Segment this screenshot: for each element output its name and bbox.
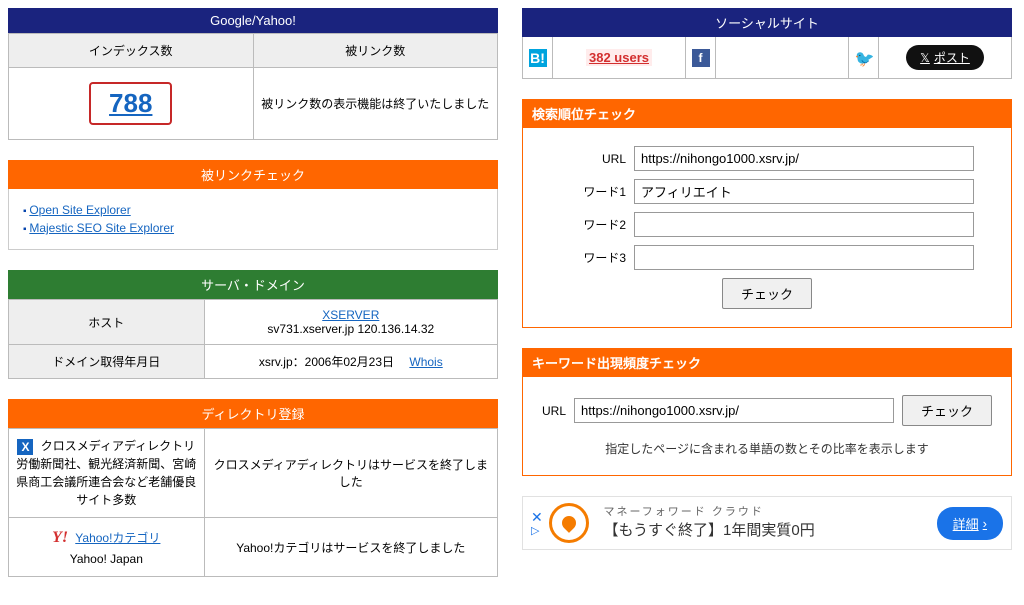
chevron-right-icon: › bbox=[983, 516, 987, 531]
facebook-icon: f bbox=[692, 49, 710, 67]
ad-main-text: 【もうすぐ終了】1年間実質0円 bbox=[603, 520, 936, 541]
backlink-check-panel: 被リンクチェック Open Site Explorer Majestic SEO… bbox=[8, 160, 498, 250]
directory-header: ディレクトリ登録 bbox=[8, 399, 498, 428]
ad-subtitle: マネーフォワード クラウド bbox=[603, 505, 936, 520]
backlink-ended-msg: 被リンク数の表示機能は終了いたしました bbox=[253, 68, 498, 140]
keyword-freq-panel: キーワード出現頻度チェック URL チェック 指定したページに含まれる単語の数と… bbox=[522, 348, 1012, 476]
word2-input[interactable] bbox=[634, 212, 974, 237]
link-open-site-explorer[interactable]: Open Site Explorer bbox=[29, 203, 130, 217]
facebook-count bbox=[716, 37, 849, 78]
word2-label: ワード2 bbox=[560, 216, 626, 233]
ad-close-icon[interactable]: ✕ bbox=[531, 510, 545, 524]
google-yahoo-panel: Google/Yahoo! インデックス数 被リンク数 788 被リンク数の表示… bbox=[8, 8, 498, 140]
backlink-check-header: 被リンクチェック bbox=[8, 160, 498, 189]
ad-info-icon[interactable]: ▷ bbox=[531, 524, 539, 537]
social-header: ソーシャルサイト bbox=[522, 8, 1012, 37]
link-majestic-seo[interactable]: Majestic SEO Site Explorer bbox=[29, 221, 174, 235]
col-index: インデックス数 bbox=[9, 34, 254, 68]
kw-url-label: URL bbox=[542, 404, 566, 418]
google-yahoo-header: Google/Yahoo! bbox=[8, 8, 498, 33]
host-detail: sv731.xserver.jp 120.136.14.32 bbox=[267, 322, 434, 336]
rank-url-label: URL bbox=[560, 152, 626, 166]
ad-banner[interactable]: ✕ ▷ マネーフォワード クラウド 【もうすぐ終了】1年間実質0円 詳細 › bbox=[522, 496, 1012, 550]
directory-panel: ディレクトリ登録 X クロスメディアディレクトリ 労働新聞社、観光経済新聞、宮崎… bbox=[8, 399, 498, 577]
yahoo-sub: Yahoo! Japan bbox=[70, 552, 143, 566]
host-link[interactable]: XSERVER bbox=[322, 308, 379, 322]
hatena-users-link[interactable]: 382 users bbox=[586, 49, 652, 66]
domain-date-label: ドメイン取得年月日 bbox=[9, 345, 205, 379]
crossmedia-ended: クロスメディアディレクトリはサービスを終了しました bbox=[204, 429, 497, 518]
twitter-icon: 🐦 bbox=[855, 49, 873, 67]
yahoo-ended: Yahoo!カテゴリはサービスを終了しました bbox=[204, 518, 497, 577]
kw-check-button[interactable]: チェック bbox=[902, 395, 992, 426]
yahoo-category-link[interactable]: Yahoo!カテゴリ bbox=[75, 531, 160, 545]
word1-label: ワード1 bbox=[560, 183, 626, 200]
keyword-freq-header: キーワード出現頻度チェック bbox=[522, 348, 1012, 377]
x-post-button[interactable]: 𝕏 ポスト bbox=[906, 45, 984, 70]
crossmedia-title: クロスメディアディレクトリ bbox=[41, 439, 195, 453]
word3-input[interactable] bbox=[634, 245, 974, 270]
ad-detail-button[interactable]: 詳細 › bbox=[937, 507, 1003, 540]
rank-check-panel: 検索順位チェック URL ワード1 ワード2 ワード3 チェック bbox=[522, 99, 1012, 328]
whois-link[interactable]: Whois bbox=[409, 355, 442, 369]
rank-check-header: 検索順位チェック bbox=[522, 99, 1012, 128]
ad-logo-icon bbox=[549, 503, 589, 543]
rank-check-button[interactable]: チェック bbox=[722, 278, 812, 309]
server-domain-panel: サーバ・ドメイン ホスト XSERVER sv731.xserver.jp 12… bbox=[8, 270, 498, 379]
word3-label: ワード3 bbox=[560, 249, 626, 266]
host-label: ホスト bbox=[9, 300, 205, 345]
domain-date-value: xsrv.jp：2006年02月23日 bbox=[259, 355, 406, 369]
kw-url-input[interactable] bbox=[574, 398, 894, 423]
rank-url-input[interactable] bbox=[634, 146, 974, 171]
hatena-icon: B! bbox=[529, 49, 547, 67]
col-backlink: 被リンク数 bbox=[253, 34, 498, 68]
crossmedia-sub: 労働新聞社、観光経済新聞、宮崎県商工会議所連合会など老舗優良サイト多数 bbox=[16, 457, 196, 507]
yahoo-icon: Y! bbox=[52, 529, 68, 546]
kw-note: 指定したページに含まれる単語の数とその比率を表示します bbox=[533, 440, 1001, 457]
index-count-link[interactable]: 788 bbox=[89, 82, 172, 125]
x-icon: 𝕏 bbox=[920, 51, 930, 65]
crossmedia-icon: X bbox=[17, 439, 33, 455]
server-domain-header: サーバ・ドメイン bbox=[8, 270, 498, 299]
word1-input[interactable] bbox=[634, 179, 974, 204]
social-panel: ソーシャルサイト B! 382 users f 🐦 𝕏 ポスト bbox=[522, 8, 1012, 79]
